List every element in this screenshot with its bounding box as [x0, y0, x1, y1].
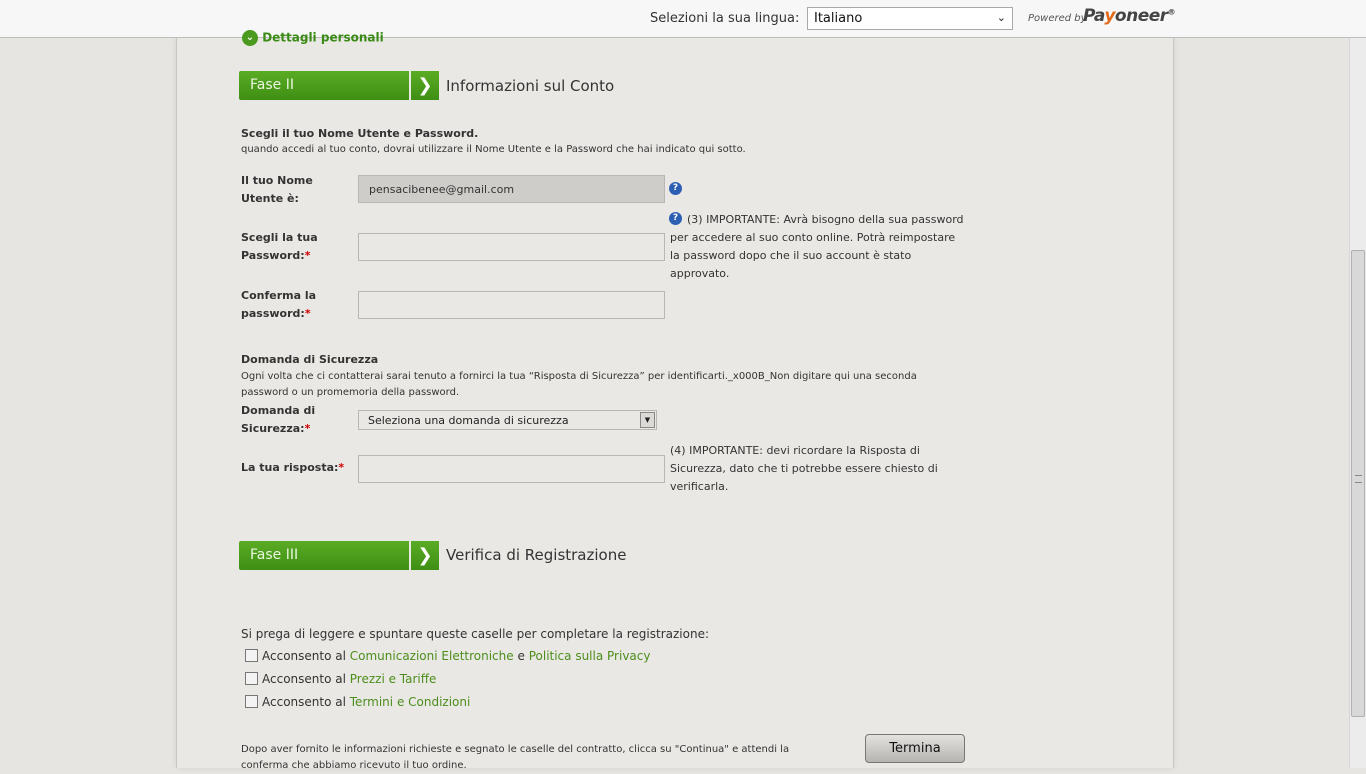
account-subtext: quando accedi al tuo conto, dovrai utili…: [241, 144, 746, 155]
phase-3-badge: Fase III: [239, 541, 409, 570]
powered-by-text: Powered by: [1028, 13, 1087, 24]
phase-3-title: Verifica di Registrazione: [446, 546, 627, 564]
language-select-value: Italiano: [814, 11, 863, 26]
password-label: Scegli la tua Password:*: [241, 231, 318, 262]
security-heading: Domanda di Sicurezza: [241, 353, 379, 366]
consent-checkbox-fees[interactable]: [245, 672, 258, 685]
account-heading: Scegli il tuo Nome Utente e Password.: [241, 127, 479, 140]
security-answer-label: La tua risposta:*: [241, 461, 345, 474]
language-label: Selezioni la sua lingua:: [650, 11, 800, 26]
grip-icon: [1355, 475, 1362, 483]
submit-footer-text: Dopo aver fornito le informazioni richie…: [241, 744, 790, 771]
submit-button[interactable]: Termina: [865, 734, 965, 763]
consent-row-fees: Acconsento al Prezzi e Tariffe: [245, 672, 436, 686]
security-question-select[interactable]: Seleziona una domanda di sicurezza ▼: [358, 410, 657, 430]
security-question-label: Domanda di Sicurezza:*: [241, 404, 316, 435]
password-note: (3) IMPORTANTE: Avrà bisogno della sua p…: [670, 213, 964, 280]
chevron-down-icon: ▼: [640, 412, 655, 428]
electronic-communications-link[interactable]: Comunicazioni Elettroniche: [350, 649, 514, 663]
question-circle-icon[interactable]: ?: [669, 182, 682, 195]
answer-note: (4) IMPORTANTE: devi ricordare la Rispos…: [670, 444, 938, 493]
terms-conditions-link[interactable]: Termini e Condizioni: [350, 695, 471, 709]
security-question-value: Seleziona una domanda di sicurezza: [368, 414, 569, 427]
page-scrollbar[interactable]: [1349, 37, 1366, 768]
phase-2-badge: Fase II: [239, 71, 409, 100]
scrollbar-thumb[interactable]: [1351, 250, 1365, 717]
security-subtext: Ogni volta che ci contatterai sarai tenu…: [241, 371, 917, 398]
chevron-down-icon: ⌄: [996, 11, 1006, 24]
username-label: Il tuo Nome Utente è:: [241, 174, 313, 205]
personal-details-link[interactable]: ⌄ Dettagli personali: [242, 30, 384, 46]
password-input[interactable]: [358, 233, 665, 261]
confirm-password-label: Conferma la password:*: [241, 289, 317, 320]
top-bar: Selezioni la sua lingua: Italiano ⌄ Powe…: [0, 0, 1366, 38]
chevron-down-icon: ⌄: [242, 30, 258, 46]
consent-row-communications: Acconsento al Comunicazioni Elettroniche…: [245, 649, 650, 663]
language-select[interactable]: Italiano ⌄: [807, 7, 1013, 30]
security-answer-input[interactable]: [358, 455, 665, 483]
pricing-fees-link[interactable]: Prezzi e Tariffe: [350, 672, 437, 686]
username-field: pensacibenee@gmail.com: [358, 175, 665, 203]
consent-checkbox-communications[interactable]: [245, 649, 258, 662]
payoneer-logo: Payoneer®: [1083, 6, 1176, 26]
consent-checkbox-terms[interactable]: [245, 695, 258, 708]
consent-row-terms: Acconsento al Termini e Condizioni: [245, 695, 470, 709]
privacy-policy-link[interactable]: Politica sulla Privacy: [529, 649, 651, 663]
verification-intro: Si prega di leggere e spuntare queste ca…: [241, 627, 709, 641]
chevron-right-icon: ❯: [411, 71, 439, 100]
chevron-right-icon: ❯: [411, 541, 439, 570]
confirm-password-input[interactable]: [358, 291, 665, 319]
phase-2-title: Informazioni sul Conto: [446, 77, 615, 95]
